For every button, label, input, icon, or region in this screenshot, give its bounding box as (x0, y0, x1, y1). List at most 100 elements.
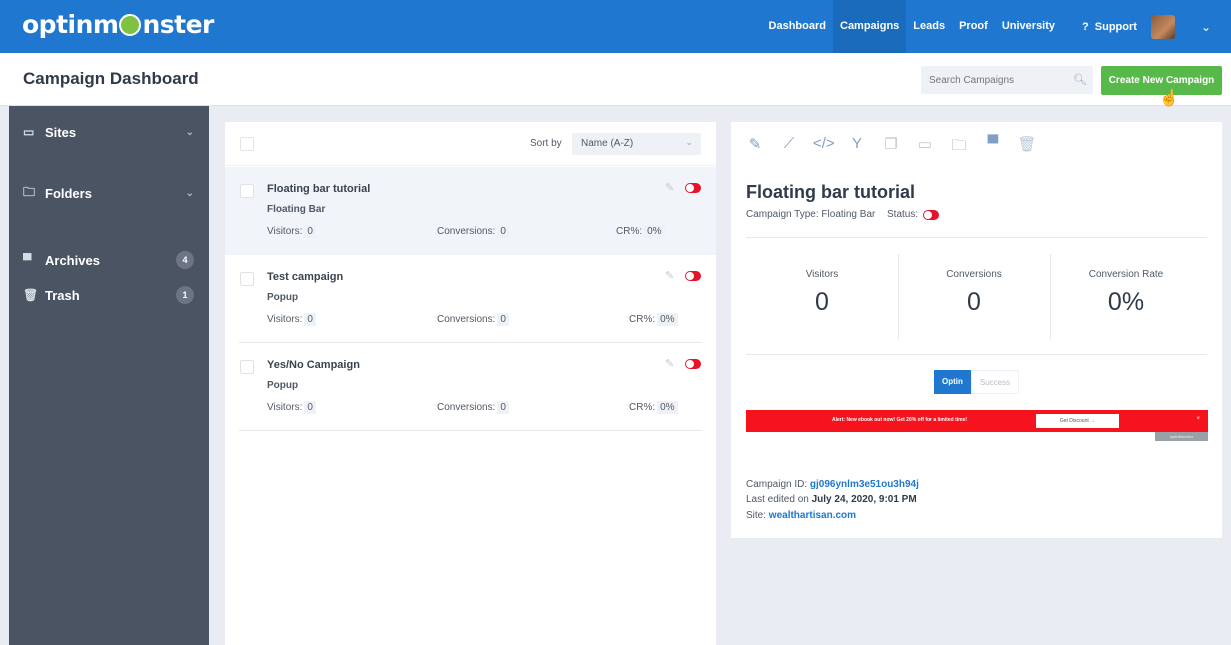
campaign-detail-panel: ✎ ⟋ </> Y ❐ ▭ 🗀 ▀ 🗑 Floating bar tutoria… (731, 122, 1222, 538)
metric-label: Conversion Rate (1088, 269, 1164, 280)
campaign-row[interactable]: Test campaign Popup Visitors: 0 Conversio… (225, 255, 716, 343)
window-icon: ▭ (23, 125, 35, 139)
row-checkbox[interactable] (240, 272, 254, 286)
preview-branding-tab: optinMonster (1155, 432, 1208, 441)
pointer-cursor-icon: ☝ (1159, 90, 1179, 107)
visitors-stat: Visitors: 0 (267, 401, 316, 414)
site-line: Site: wealthartisan.com (746, 510, 857, 521)
trash-icon[interactable]: 🗑 (1017, 135, 1037, 160)
status-toggle[interactable] (923, 210, 939, 220)
metric-value: 0 (815, 288, 829, 316)
campaign-toolbar: ✎ ⟋ </> Y ❐ ▭ 🗀 ▀ 🗑 (745, 135, 1037, 160)
archive-icon: ▀ (23, 253, 32, 267)
campaign-type-meta: Campaign Type: Floating Bar (746, 209, 876, 220)
edit-icon[interactable]: ✎ (665, 181, 674, 194)
window-icon[interactable]: ▭ (915, 135, 935, 160)
sort-label: Sort by (530, 138, 562, 149)
edit-icon[interactable]: ✎ (665, 357, 674, 370)
campaign-id-link[interactable]: gj096ynlm3e51ou3h94j (810, 479, 919, 490)
metric-label: Visitors (805, 269, 839, 280)
view-toggle: Optin Success (934, 370, 1020, 394)
status-toggle[interactable] (685, 183, 701, 193)
visitors-stat: Visitors: 0 (267, 225, 316, 238)
select-all-checkbox[interactable] (240, 137, 254, 151)
nav-campaigns[interactable]: Campaigns (833, 0, 907, 53)
sort-select[interactable]: Name (A-Z) ⌄ (572, 133, 701, 155)
chevron-down-icon: ⌄ (685, 137, 693, 147)
tab-success[interactable]: Success (970, 370, 1020, 394)
sidebar-item-label: Sites (45, 124, 77, 140)
sidebar-item-archives[interactable]: ▀ Archives 4 (9, 249, 209, 271)
search-input[interactable] (921, 66, 1093, 94)
close-icon: × (1196, 416, 1200, 422)
divider (746, 354, 1207, 355)
row-checkbox[interactable] (240, 360, 254, 374)
floating-bar-preview: Alert: New ebook out now! Get 20% off fo… (746, 410, 1208, 432)
preview-alert-text: Alert: New ebook out now! Get 20% off fo… (832, 417, 968, 423)
chevron-down-icon[interactable]: ⌄ (186, 127, 194, 138)
analytics-chart-icon[interactable]: ⟋ (779, 135, 799, 160)
folder-icon[interactable]: 🗀 (949, 135, 969, 160)
sidebar-item-label: Trash (45, 287, 80, 303)
row-divider (239, 430, 702, 431)
question-icon: ? (1082, 20, 1089, 33)
optinmonster-logo[interactable]: optinm nster (22, 10, 214, 39)
metric-label: Conversions (946, 269, 1002, 280)
site-link[interactable]: wealthartisan.com (769, 510, 856, 521)
nav-leads[interactable]: Leads (906, 0, 952, 53)
nav-support[interactable]: ? Support (1062, 14, 1187, 39)
edit-icon[interactable]: ✎ (745, 135, 765, 160)
trash-count-badge: 1 (176, 286, 194, 304)
row-checkbox[interactable] (240, 184, 254, 198)
nav-proof[interactable]: Proof (952, 0, 995, 53)
sidebar-item-folders[interactable]: 🗀 Folders ⌄ (9, 182, 209, 204)
page-header: Campaign Dashboard 🔍︎ Create New Campaig… (0, 53, 1231, 106)
archive-icon[interactable]: ▀ (983, 135, 1003, 160)
status-toggle[interactable] (685, 359, 701, 369)
conversions-stat: Conversions: 0 (437, 313, 509, 326)
monster-logo-icon (119, 14, 142, 36)
campaign-type: Popup (267, 292, 299, 303)
support-label: Support (1094, 20, 1137, 33)
tab-optin[interactable]: Optin (934, 370, 971, 394)
chevron-down-icon[interactable]: ⌄ (186, 188, 194, 199)
archives-count-badge: 4 (176, 251, 194, 269)
list-header: Sort by Name (A-Z) ⌄ (225, 122, 716, 166)
sidebar: ▭ Sites ⌄ 🗀 Folders ⌄ ▀ Archives 4 🗑 Tra… (9, 106, 209, 645)
campaign-title[interactable]: Yes/No Campaign (267, 359, 360, 371)
split-test-icon[interactable]: Y (847, 135, 867, 160)
cr-stat: CR%: 0% (629, 401, 678, 414)
trash-icon: 🗑 (23, 288, 39, 302)
avatar[interactable] (1150, 14, 1175, 39)
campaign-title[interactable]: Test campaign (267, 271, 343, 283)
campaign-row[interactable]: Yes/No Campaign Popup Visitors: 0 Convers… (225, 343, 716, 431)
nav-dashboard[interactable]: Dashboard (762, 0, 833, 53)
campaign-title[interactable]: Floating bar tutorial (267, 183, 370, 195)
duplicate-icon[interactable]: ❐ (881, 135, 901, 160)
campaign-type: Popup (267, 380, 299, 391)
metric-value: 0% (1107, 288, 1145, 316)
divider (746, 237, 1207, 238)
cr-stat: CR%: 0% (629, 313, 678, 326)
visitors-stat: Visitors: 0 (267, 313, 316, 326)
edit-icon[interactable]: ✎ (665, 269, 674, 282)
folder-icon: 🗀 (23, 184, 36, 199)
logo-text-start: optinm (22, 10, 119, 39)
conversions-stat: Conversions: 0 (437, 401, 509, 414)
metric-value: 0 (967, 288, 981, 316)
campaign-row[interactable]: Floating bar tutorial Floating Bar Visit… (225, 167, 716, 255)
embed-code-icon[interactable]: </> (813, 135, 835, 160)
search-icon[interactable]: 🔍︎ (1073, 73, 1087, 86)
chevron-down-icon[interactable]: ⌄ (1201, 20, 1211, 34)
logo-text-end: nster (142, 10, 214, 39)
nav-university[interactable]: University (995, 0, 1062, 53)
status-toggle[interactable] (685, 271, 701, 281)
sidebar-item-sites[interactable]: ▭ Sites ⌄ (9, 121, 209, 143)
campaign-id-line: Campaign ID: gj096ynlm3e51ou3h94j (746, 479, 919, 490)
sidebar-item-label: Folders (45, 185, 92, 201)
campaign-list-panel: Sort by Name (A-Z) ⌄ Floating bar tutori… (225, 122, 716, 645)
conversions-stat: Conversions: 0 (437, 225, 509, 238)
metric-conversions: Conversions 0 (898, 269, 1050, 317)
sort-select-value: Name (A-Z) (581, 138, 634, 149)
sidebar-item-trash[interactable]: 🗑 Trash 1 (9, 284, 209, 306)
